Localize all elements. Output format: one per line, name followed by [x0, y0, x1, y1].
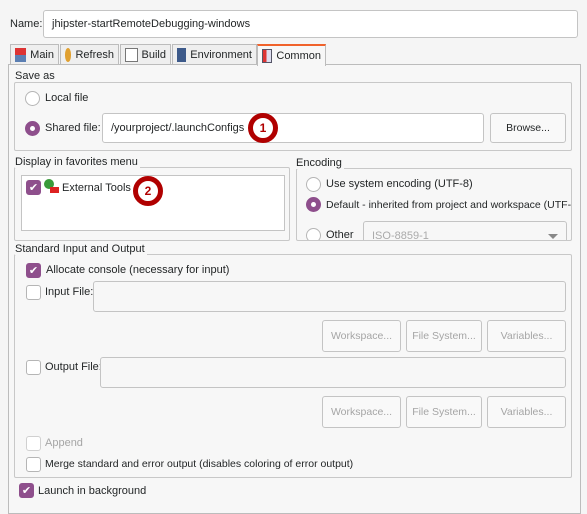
local-file-radio[interactable] — [25, 91, 40, 106]
output-file-label: Output File: — [45, 361, 102, 373]
other-encoding-label: Other — [326, 229, 354, 241]
name-input[interactable]: jhipster-startRemoteDebugging-windows — [43, 10, 578, 38]
callout-badge-2: 2 — [133, 176, 163, 206]
output-variables-button[interactable]: Variables... — [487, 396, 566, 428]
environment-icon — [177, 47, 187, 62]
shared-file-radio[interactable] — [25, 121, 40, 136]
allocate-console-checkbox[interactable]: ✔ — [26, 263, 41, 278]
output-file-field[interactable] — [100, 357, 566, 388]
favorites-title: Display in favorites menu — [15, 156, 140, 168]
tab-label: Main — [30, 48, 54, 61]
tab-label: Build — [141, 48, 166, 61]
merge-output-checkbox[interactable] — [26, 457, 41, 472]
shared-file-input[interactable]: /yourproject/.launchConfigs — [102, 113, 484, 143]
launch-background-label: Launch in background — [38, 485, 147, 497]
favorites-external-tools-checkbox[interactable]: ✔ — [26, 180, 41, 195]
append-checkbox[interactable] — [26, 436, 41, 451]
common-icon — [262, 49, 273, 63]
input-file-checkbox[interactable] — [26, 285, 41, 300]
input-file-field[interactable] — [93, 281, 566, 312]
system-encoding-label: Use system encoding (UTF-8) — [326, 178, 473, 190]
build-icon — [125, 47, 138, 62]
tab-build[interactable]: Build — [120, 44, 171, 65]
external-tools-icon — [44, 179, 60, 195]
name-label: Name: — [10, 18, 43, 30]
callout-badge-1: 1 — [248, 113, 278, 143]
system-encoding-radio[interactable] — [306, 177, 321, 192]
favorites-item-label: External Tools — [62, 182, 131, 194]
encoding-group: Use system encoding (UTF-8) Default - in… — [296, 168, 572, 241]
local-file-label: Local file — [45, 92, 89, 104]
tab-environment[interactable]: Environment — [172, 44, 257, 65]
input-variables-button[interactable]: Variables... — [487, 320, 566, 352]
input-workspace-button[interactable]: Workspace... — [322, 320, 401, 352]
output-file-checkbox[interactable] — [26, 360, 41, 375]
tab-label: Refresh — [75, 48, 114, 61]
tab-label: Common — [276, 50, 321, 62]
tab-refresh[interactable]: Refresh — [60, 44, 119, 65]
other-encoding-radio[interactable] — [306, 228, 321, 240]
tab-common[interactable]: Common — [257, 44, 326, 66]
output-filesystem-button[interactable]: File System... — [406, 396, 482, 428]
tab-label: Environment — [190, 48, 252, 61]
input-file-label: Input File: — [45, 286, 94, 298]
tab-main[interactable]: Main — [10, 44, 59, 65]
output-workspace-button[interactable]: Workspace... — [322, 396, 401, 428]
chevron-down-icon — [548, 234, 558, 240]
save-as-title: Save as — [15, 70, 57, 82]
merge-output-label: Merge standard and error output (disable… — [45, 458, 354, 470]
refresh-icon — [65, 47, 72, 62]
default-encoding-label: Default - inherited from project and wor… — [326, 199, 572, 211]
other-encoding-value: ISO-8859-1 — [372, 230, 429, 241]
other-encoding-select[interactable]: ISO-8859-1 — [363, 221, 567, 241]
append-label: Append — [45, 437, 83, 449]
encoding-title: Encoding — [296, 157, 344, 169]
default-encoding-radio[interactable] — [306, 197, 321, 212]
allocate-console-label: Allocate console (necessary for input) — [46, 264, 230, 276]
shared-file-label: Shared file: — [45, 122, 101, 134]
io-title: Standard Input and Output — [15, 243, 147, 255]
input-filesystem-button[interactable]: File System... — [406, 320, 482, 352]
main-tab-icon — [15, 47, 27, 62]
browse-button[interactable]: Browse... — [490, 113, 566, 143]
launch-background-checkbox[interactable]: ✔ — [19, 483, 34, 498]
